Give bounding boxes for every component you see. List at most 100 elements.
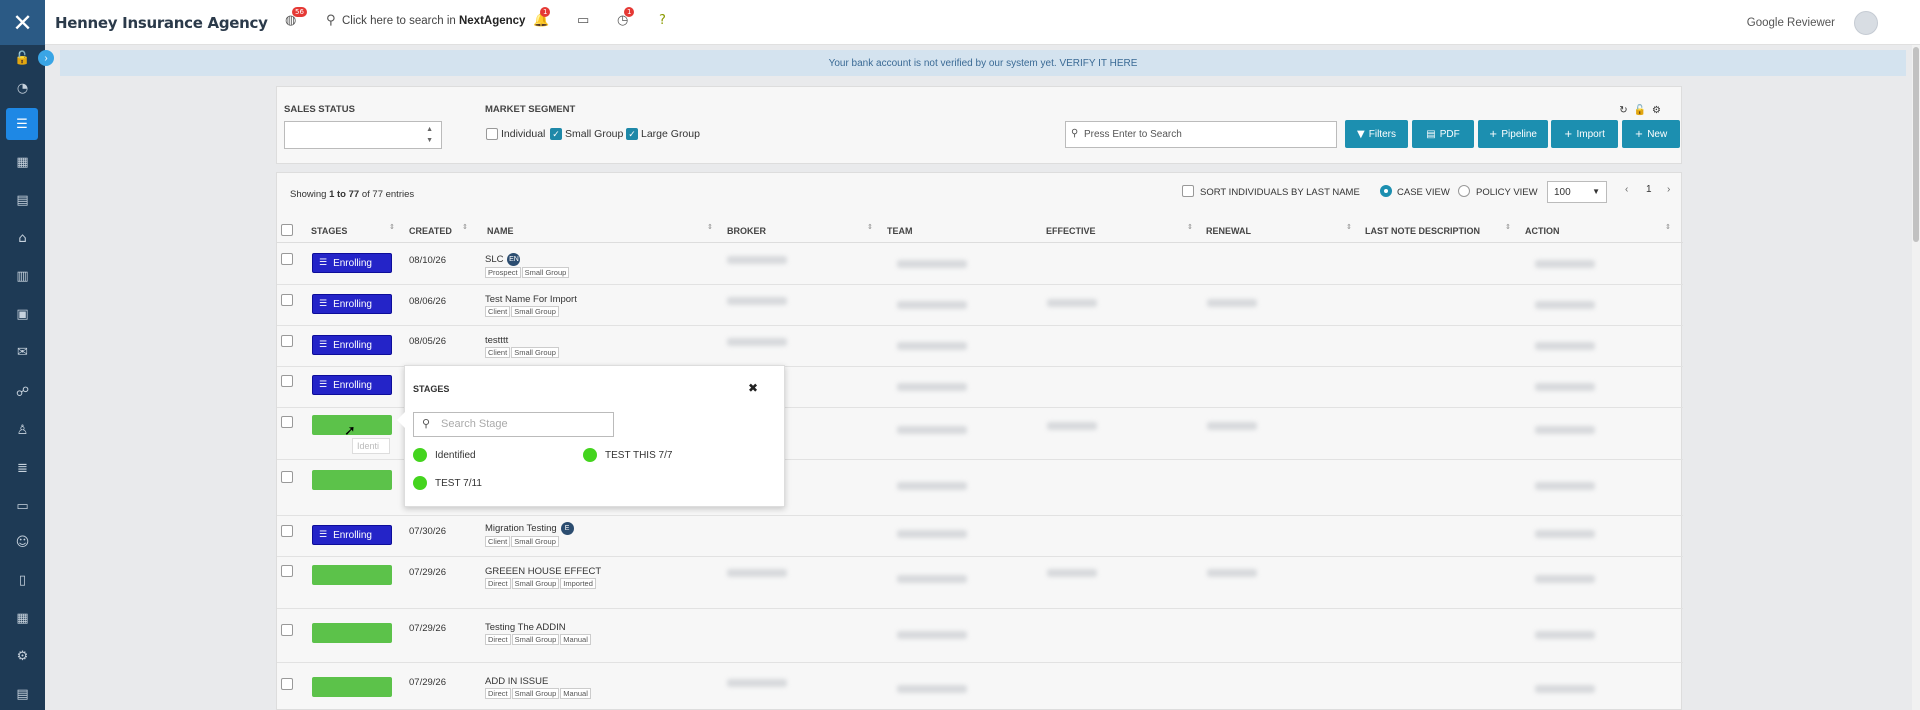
scrollbar-thumb[interactable] bbox=[1913, 47, 1919, 242]
grid-icon[interactable]: ▦ bbox=[0, 150, 45, 174]
users-icon[interactable]: ☺ bbox=[0, 530, 45, 554]
row-checkbox[interactable] bbox=[281, 565, 293, 577]
sort-icon[interactable]: ⇕ bbox=[1346, 223, 1352, 231]
search-input[interactable]: ⚲ Press Enter to Search bbox=[1065, 121, 1337, 148]
table-row[interactable]: 07/29/26 Testing The ADDIN Direct Small G… bbox=[277, 609, 1683, 663]
gear-icon[interactable]: ⚙ bbox=[0, 644, 45, 668]
sort-icon[interactable]: ⇕ bbox=[1187, 223, 1193, 231]
next-page-button[interactable]: › bbox=[1667, 184, 1670, 195]
row-checkbox[interactable] bbox=[281, 375, 293, 387]
per-page-select[interactable]: 100 ▼ bbox=[1547, 181, 1607, 203]
stage-option-identified[interactable]: Identified bbox=[413, 448, 476, 462]
stage-button[interactable]: ☰ Enrolling bbox=[312, 525, 392, 545]
sales-status-select[interactable]: ▲ ▼ bbox=[284, 121, 442, 149]
table-row[interactable]: ☰ Enrolling 08/10/26 SLC EN Prospect Small … bbox=[277, 244, 1683, 285]
col-last-note[interactable]: LAST NOTE DESCRIPTION bbox=[1365, 226, 1480, 236]
row-checkbox[interactable] bbox=[281, 253, 293, 265]
stage-button[interactable]: ☰ Enrolling bbox=[312, 375, 392, 395]
stage-button[interactable]: ☰ Enrolling bbox=[312, 253, 392, 273]
bank-icon[interactable]: ⌂ bbox=[0, 226, 45, 250]
table-row[interactable]: ☰ Enrolling 08/06/26 Test Name For Import… bbox=[277, 285, 1683, 326]
lock-icon[interactable]: 🔓 bbox=[1634, 105, 1652, 116]
sort-icon[interactable]: ⇕ bbox=[462, 223, 468, 231]
sort-icon[interactable]: ⇕ bbox=[1665, 223, 1671, 231]
row-checkbox[interactable] bbox=[281, 335, 293, 347]
table-row[interactable]: ☰ Enrolling 08/05/26 testttt Client Small … bbox=[277, 326, 1683, 367]
help-icon[interactable]: ? bbox=[659, 13, 666, 28]
case-view-radio[interactable] bbox=[1380, 185, 1392, 197]
avatar[interactable] bbox=[1854, 11, 1878, 35]
document-icon[interactable]: ▯ bbox=[0, 568, 45, 592]
row-checkbox[interactable] bbox=[281, 678, 293, 690]
stage-button[interactable] bbox=[312, 677, 392, 697]
col-name[interactable]: NAME bbox=[487, 226, 514, 236]
mail-icon[interactable]: ✉ bbox=[0, 340, 45, 364]
stage-option-test-711[interactable]: TEST 7/11 bbox=[413, 476, 482, 490]
bell-icon[interactable]: 🔔 1 bbox=[533, 7, 551, 28]
stage-search-input[interactable]: ⚲ Search Stage bbox=[413, 412, 614, 437]
import-button[interactable]: + Import bbox=[1551, 120, 1618, 148]
case-name[interactable]: GREEEN HOUSE EFFECT bbox=[485, 566, 601, 577]
col-stages[interactable]: STAGES bbox=[311, 226, 347, 236]
segment-small-group-checkbox[interactable]: ✓ bbox=[550, 128, 562, 140]
user-name[interactable]: Google Reviewer bbox=[1747, 17, 1835, 29]
row-checkbox[interactable] bbox=[281, 525, 293, 537]
sort-icon[interactable]: ⇕ bbox=[867, 223, 873, 231]
globe-icon[interactable]: ◍ 56 bbox=[285, 7, 307, 28]
app-logo-icon[interactable]: ✕ bbox=[0, 0, 45, 45]
row-checkbox[interactable] bbox=[281, 416, 293, 428]
col-created[interactable]: CREATED bbox=[409, 226, 452, 236]
book-icon[interactable]: ▤ bbox=[0, 188, 45, 212]
sort-icon[interactable]: ⇕ bbox=[707, 223, 713, 231]
bank-verification-notice[interactable]: Your bank account is not verified by our… bbox=[60, 50, 1906, 76]
monitor-icon[interactable]: ▭ bbox=[0, 494, 45, 518]
sort-last-name-checkbox[interactable] bbox=[1182, 185, 1194, 197]
segment-large-group-checkbox[interactable]: ✓ bbox=[626, 128, 638, 140]
row-checkbox[interactable] bbox=[281, 294, 293, 306]
col-broker[interactable]: BROKER bbox=[727, 226, 766, 236]
table-row[interactable]: 07/29/26 GREEEN HOUSE EFFECT Direct Small… bbox=[277, 557, 1683, 609]
table-row[interactable]: 07/29/26 ADD IN ISSUE Direct Small Group M… bbox=[277, 663, 1683, 710]
filters-button[interactable]: ▼ Filters bbox=[1345, 120, 1408, 148]
file-icon[interactable]: ▤ bbox=[0, 682, 45, 706]
pipeline-button[interactable]: + Pipeline bbox=[1478, 120, 1548, 148]
tasks-icon[interactable]: ≣ bbox=[0, 456, 45, 480]
col-action[interactable]: ACTION bbox=[1525, 226, 1560, 236]
calendar-check-icon[interactable]: ▣ bbox=[0, 302, 45, 326]
table-row[interactable]: ☰ Enrolling 07/30/26 Migration Testing E C… bbox=[277, 516, 1683, 557]
pdf-button[interactable]: ▤ PDF bbox=[1412, 120, 1474, 148]
sidebar-toggle-button[interactable]: › bbox=[38, 50, 54, 66]
close-icon[interactable]: ✖ bbox=[748, 381, 758, 395]
stage-button[interactable] bbox=[312, 623, 392, 643]
refresh-icon[interactable]: ↻ bbox=[1619, 105, 1633, 116]
list-menu-icon[interactable]: ☰ bbox=[6, 108, 38, 140]
stage-button[interactable] bbox=[312, 565, 392, 585]
case-name[interactable]: ADD IN ISSUE bbox=[485, 676, 548, 687]
stage-button[interactable] bbox=[312, 470, 392, 490]
stage-button[interactable]: ☰ Enrolling bbox=[312, 294, 392, 314]
calendar-icon[interactable]: ▦ bbox=[0, 606, 45, 630]
case-name[interactable]: Testing The ADDIN bbox=[485, 622, 566, 633]
case-name[interactable]: Test Name For Import bbox=[485, 294, 577, 305]
col-renewal[interactable]: RENEWAL bbox=[1206, 226, 1251, 236]
stage-option-test-this[interactable]: TEST THIS 7/7 bbox=[583, 448, 672, 462]
row-checkbox[interactable] bbox=[281, 624, 293, 636]
row-checkbox[interactable] bbox=[281, 471, 293, 483]
handshake-icon[interactable]: ☍ bbox=[0, 380, 45, 404]
prev-page-button[interactable]: ‹ bbox=[1625, 184, 1628, 195]
policy-view-radio[interactable] bbox=[1458, 185, 1470, 197]
sort-icon[interactable]: ⇕ bbox=[389, 223, 395, 231]
dashboard-icon[interactable]: ◔ bbox=[0, 76, 45, 100]
clock-icon[interactable]: ◷ 1 bbox=[617, 7, 635, 28]
case-name[interactable]: Migration Testing E bbox=[485, 522, 574, 535]
col-effective[interactable]: EFFECTIVE bbox=[1046, 226, 1096, 236]
chat-icon[interactable]: ▭ bbox=[577, 13, 589, 28]
user-icon[interactable]: ♙ bbox=[0, 418, 45, 442]
current-page[interactable]: 1 bbox=[1646, 184, 1652, 195]
sort-icon[interactable]: ⇕ bbox=[1505, 223, 1511, 231]
case-name[interactable]: testttt bbox=[485, 335, 508, 346]
col-team[interactable]: TEAM bbox=[887, 226, 913, 236]
new-button[interactable]: + New bbox=[1622, 120, 1680, 148]
segment-individual-checkbox[interactable] bbox=[486, 128, 498, 140]
global-search-link[interactable]: Click here to search in NextAgency bbox=[342, 15, 525, 27]
